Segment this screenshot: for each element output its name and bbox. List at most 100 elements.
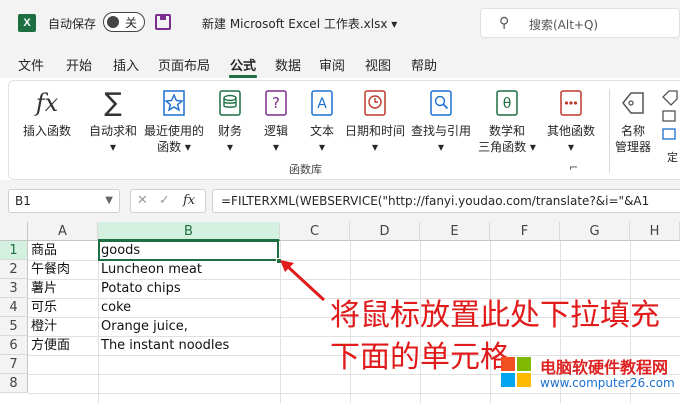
button-label: 文本 [309, 124, 334, 138]
question-book-icon: ? [263, 89, 289, 117]
financial-button[interactable]: 财务 ▾ [209, 89, 251, 155]
ribbon-group-separator [609, 89, 610, 173]
chevron-down-icon: ▾ [391, 17, 398, 31]
autosave-state: 关 [125, 16, 138, 30]
text-button[interactable]: A 文本 ▾ [301, 89, 343, 155]
row-header-6[interactable]: 6 [0, 336, 28, 355]
sum-icon: ∑ [104, 88, 122, 118]
search-icon: ⚲ [499, 15, 510, 31]
document-title[interactable]: 新建 Microsoft Excel 工作表.xlsx ▾ [202, 15, 397, 32]
save-icon[interactable] [155, 14, 171, 30]
tab-insert[interactable]: 插入 [113, 55, 139, 74]
cell-a3[interactable]: 薯片 [28, 279, 98, 298]
star-icon [161, 89, 187, 117]
tab-home[interactable]: 开始 [66, 55, 92, 74]
lookup-reference-button[interactable]: 查找与引用 ▾ [409, 89, 473, 155]
row-header-2[interactable]: 2 [0, 260, 28, 279]
button-label: ▾ [226, 140, 234, 154]
cell-a6[interactable]: 方便面 [28, 336, 98, 355]
search-box[interactable]: ⚲ 搜索(Alt+Q) [480, 8, 680, 38]
dialog-launcher-icon[interactable]: ⌐ [569, 161, 578, 174]
button-label: ▾ [371, 140, 379, 154]
cell-a4[interactable]: 可乐 [28, 298, 98, 317]
logical-button[interactable]: ? 逻辑 ▾ [255, 89, 297, 155]
cell-b2[interactable]: Luncheon meat [98, 260, 280, 279]
name-box[interactable]: B1 ▼ [8, 189, 120, 213]
button-label: 名称 [620, 124, 645, 138]
tag-icon [662, 90, 678, 140]
document-title-text: 新建 Microsoft Excel 工作表.xlsx [202, 17, 388, 31]
row-header-7[interactable]: 7 [0, 355, 28, 374]
ribbon-tabs: 文件 开始 插入 页面布局 公式 数据 审阅 视图 帮助 [0, 46, 680, 78]
select-all-corner[interactable] [0, 222, 28, 241]
cell-b5[interactable]: Orange juice, [98, 317, 280, 336]
name-tag-icon [620, 89, 646, 117]
tab-file[interactable]: 文件 [18, 55, 44, 74]
column-header-d[interactable]: D [350, 222, 420, 241]
cell-b3[interactable]: Potato chips [98, 279, 280, 298]
tab-help[interactable]: 帮助 [411, 55, 437, 74]
name-manager-button[interactable]: 名称 管理器 [611, 89, 655, 155]
autosave-toggle[interactable]: 关 [103, 12, 145, 32]
tab-review[interactable]: 审阅 [319, 55, 345, 74]
group-label-function-library: 函数库 [289, 163, 322, 176]
column-header-a[interactable]: A [28, 222, 98, 241]
clock-book-icon [362, 89, 388, 117]
enter-icon[interactable]: ✓ [159, 193, 170, 208]
cell-b6[interactable]: The instant noodles [98, 336, 280, 355]
insert-function-icon[interactable]: fx [183, 193, 195, 208]
row-header-4[interactable]: 4 [0, 298, 28, 317]
insert-function-button[interactable]: fx 插入函数 [19, 89, 75, 139]
search-placeholder: 搜索(Alt+Q) [529, 18, 599, 32]
formula-bar: B1 ▼ ✕ ✓ fx =FILTERXML(WEBSERVICE("http:/… [0, 180, 680, 222]
row-header-1[interactable]: 1 [0, 241, 28, 260]
svg-text:?: ? [272, 94, 280, 112]
more-book-icon [558, 89, 584, 117]
title-bar: X 自动保存 关 新建 Microsoft Excel 工作表.xlsx ▾ ⚲… [0, 0, 680, 46]
svg-text:A: A [317, 96, 327, 112]
text-book-icon: A [309, 89, 335, 117]
watermark: 电脑软硬件教程网 www.computer26.com [498, 352, 680, 398]
tab-view[interactable]: 视图 [365, 55, 391, 74]
button-label: 财务 [217, 124, 242, 138]
column-header-f[interactable]: F [490, 222, 560, 241]
column-header-h[interactable]: H [630, 222, 680, 241]
watermark-url: www.computer26.com [540, 376, 675, 390]
math-trig-button[interactable]: θ 数学和 三角函数 ▾ [475, 89, 539, 155]
cell-a1[interactable]: 商品 [28, 241, 98, 260]
date-time-button[interactable]: 日期和时间 ▾ [343, 89, 407, 155]
button-label: 自动求和 [88, 124, 137, 138]
column-header-c[interactable]: C [280, 222, 350, 241]
button-label: ▾ [567, 140, 575, 154]
column-header-e[interactable]: E [420, 222, 490, 241]
tab-page-layout[interactable]: 页面布局 [158, 55, 210, 74]
button-label: 函数 ▾ [157, 140, 191, 154]
cell-b4[interactable]: coke [98, 298, 280, 317]
cell-a2[interactable]: 午餐肉 [28, 260, 98, 279]
autosum-button[interactable]: ∑ 自动求和 ▾ [85, 88, 141, 155]
define-name-label: 定 [667, 151, 678, 164]
svg-text:θ: θ [503, 96, 512, 112]
column-header-b[interactable]: B [98, 222, 280, 241]
database-icon [217, 89, 243, 117]
row-header-3[interactable]: 3 [0, 279, 28, 298]
row-header-8[interactable]: 8 [0, 374, 28, 393]
recent-functions-button[interactable]: 最近使用的 函数 ▾ [143, 89, 205, 155]
button-label: 日期和时间 [344, 124, 405, 138]
button-label: 数学和 [488, 124, 525, 138]
row-header-5[interactable]: 5 [0, 317, 28, 336]
more-functions-button[interactable]: 其他函数 ▾ [541, 89, 601, 155]
cancel-icon[interactable]: ✕ [137, 193, 148, 208]
watermark-title: 电脑软硬件教程网 [540, 358, 669, 377]
theta-book-icon: θ [494, 89, 520, 117]
excel-logo-icon: X [18, 14, 36, 32]
search-book-icon [428, 89, 454, 117]
cell-a5[interactable]: 橙汁 [28, 317, 98, 336]
tab-formulas[interactable]: 公式 [230, 55, 256, 74]
tab-data[interactable]: 数据 [275, 55, 301, 74]
button-label: 逻辑 [263, 124, 288, 138]
formula-input[interactable]: =FILTERXML(WEBSERVICE("http://fanyi.youd… [212, 189, 680, 213]
define-name-partial[interactable]: 定 [659, 87, 679, 164]
column-header-g[interactable]: G [560, 222, 630, 241]
autosave-label: 自动保存 [48, 17, 97, 31]
